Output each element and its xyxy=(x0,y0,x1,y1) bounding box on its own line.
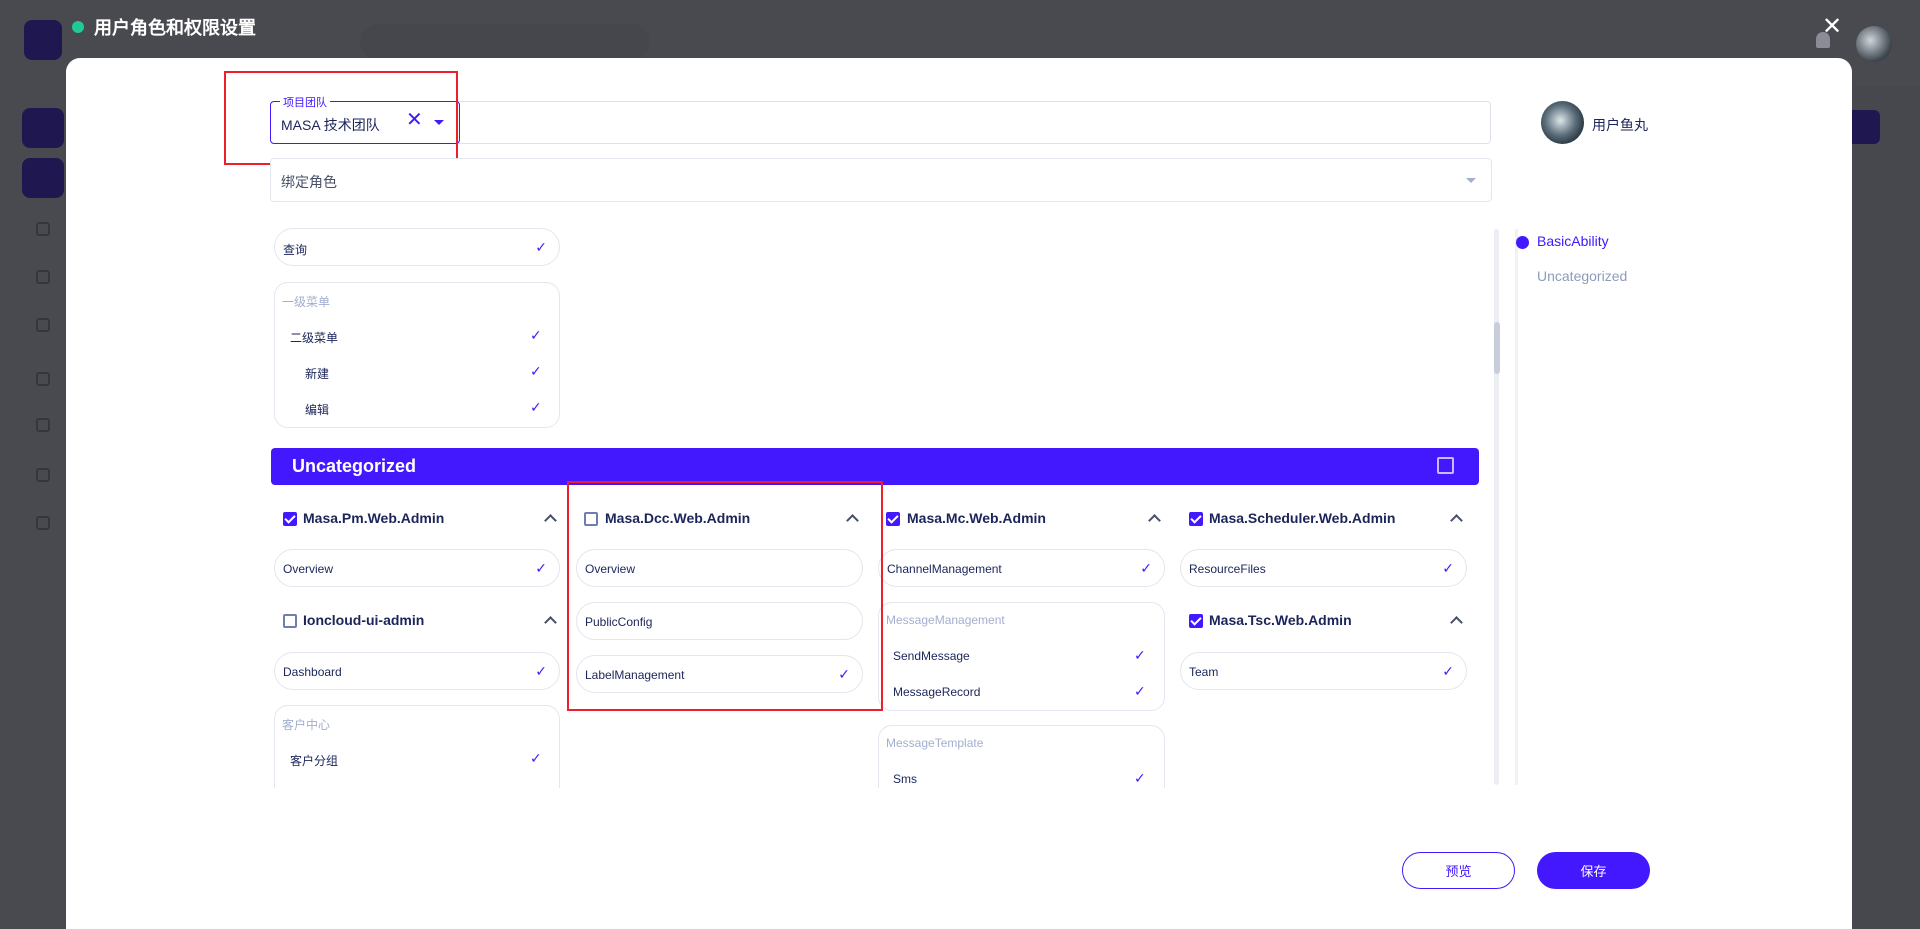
permission-label: Overview xyxy=(283,562,334,576)
check-icon: ✓ xyxy=(1140,560,1152,576)
check-icon: ✓ xyxy=(1134,770,1146,786)
group-title: 客户中心 xyxy=(282,718,331,732)
dialog-title: 用户角色和权限设置 xyxy=(94,18,256,38)
user-name: 用户鱼丸 xyxy=(1592,117,1648,133)
check-icon: ✓ xyxy=(530,750,542,766)
team-select-label: 项目团队 xyxy=(280,94,330,110)
chevron-up-icon[interactable] xyxy=(544,514,557,527)
group-title: MessageTemplate xyxy=(886,736,984,750)
dialog-header: 用户角色和权限设置 xyxy=(72,14,256,40)
check-icon: ✓ xyxy=(530,399,542,415)
permission-group: 一级菜单 二级菜单 ✓ 新建 ✓ 编辑 ✓ xyxy=(274,282,560,428)
close-icon[interactable]: ✕ xyxy=(1822,14,1842,40)
permission-item[interactable]: 新建 xyxy=(305,365,329,382)
anchor-basicability[interactable]: BasicAbility xyxy=(1537,233,1609,249)
permission-chip[interactable]: Dashboard ✓ xyxy=(274,652,560,690)
chevron-up-icon[interactable] xyxy=(1450,616,1463,629)
save-button[interactable]: 保存 xyxy=(1537,852,1650,889)
permission-chip[interactable]: ResourceFiles ✓ xyxy=(1180,549,1467,587)
check-icon: ✓ xyxy=(1134,683,1146,699)
anchor-rail xyxy=(1515,229,1518,785)
clear-icon[interactable]: ✕ xyxy=(406,110,423,130)
check-icon: ✓ xyxy=(838,666,850,682)
permission-chip[interactable]: LabelManagement ✓ xyxy=(576,655,863,693)
uncategorized-checkbox[interactable] xyxy=(1437,457,1454,474)
preview-button[interactable]: 预览 xyxy=(1402,852,1515,889)
permission-scroll-area[interactable]: 查询 ✓ 一级菜单 二级菜单 ✓ 新建 ✓ 编辑 ✓ Uncategorized… xyxy=(260,220,1490,788)
app-title-ioncloud: Ioncloud-ui-admin xyxy=(303,612,425,628)
app-checkbox-tsc[interactable] xyxy=(1189,614,1203,628)
anchor-uncategorized[interactable]: Uncategorized xyxy=(1537,268,1627,284)
check-icon: ✓ xyxy=(1442,663,1454,679)
user-avatar xyxy=(1541,101,1584,144)
chevron-up-icon[interactable] xyxy=(1148,514,1161,527)
status-dot-icon xyxy=(72,21,84,33)
permission-label: ResourceFiles xyxy=(1189,562,1266,576)
app-checkbox-scheduler[interactable] xyxy=(1189,512,1203,526)
permission-item[interactable]: MessageRecord xyxy=(893,685,980,699)
app-checkbox-mc[interactable] xyxy=(886,512,900,526)
check-icon: ✓ xyxy=(1134,647,1146,663)
group-title: MessageManagement xyxy=(886,613,1005,627)
permission-label: Dashboard xyxy=(283,665,342,679)
chevron-up-icon[interactable] xyxy=(846,514,859,527)
chevron-down-icon[interactable] xyxy=(434,120,444,125)
team-select-value: MASA 技术团队 xyxy=(281,117,380,133)
chevron-up-icon[interactable] xyxy=(544,616,557,629)
permission-group: MessageManagement SendMessage ✓ MessageR… xyxy=(878,602,1165,711)
permission-label: Team xyxy=(1189,665,1219,679)
permission-label: 查询 xyxy=(283,243,308,257)
chevron-up-icon[interactable] xyxy=(1450,514,1463,527)
anchor-active-dot-icon xyxy=(1516,236,1529,249)
app-title-pm: Masa.Pm.Web.Admin xyxy=(303,510,445,526)
permission-label: LabelManagement xyxy=(585,668,685,682)
avatar xyxy=(1856,26,1892,62)
permission-label: PublicConfig xyxy=(585,615,653,629)
uncategorized-banner xyxy=(271,448,1479,485)
role-select[interactable] xyxy=(270,158,1492,202)
app-title-scheduler: Masa.Scheduler.Web.Admin xyxy=(1209,510,1396,526)
permission-label: ChannelManagement xyxy=(887,562,1002,576)
permission-chip[interactable]: PublicConfig xyxy=(576,602,863,640)
check-icon: ✓ xyxy=(1442,560,1454,576)
app-title-tsc: Masa.Tsc.Web.Admin xyxy=(1209,612,1352,628)
app-title-mc: Masa.Mc.Web.Admin xyxy=(907,510,1046,526)
group-title: 一级菜单 xyxy=(282,295,331,309)
app-checkbox-ioncloud[interactable] xyxy=(283,614,297,628)
permission-item[interactable]: SendMessage xyxy=(893,649,970,663)
permission-chip[interactable]: Overview ✓ xyxy=(274,549,560,587)
permission-group: 客户中心 客户分组 ✓ xyxy=(274,705,560,788)
permission-chip[interactable]: Team ✓ xyxy=(1180,652,1467,690)
permission-item[interactable]: 客户分组 xyxy=(290,752,338,769)
check-icon: ✓ xyxy=(535,239,547,255)
permission-label: Overview xyxy=(585,562,636,576)
app-title-dcc: Masa.Dcc.Web.Admin xyxy=(605,510,751,526)
uncategorized-title: Uncategorized xyxy=(292,456,417,476)
check-icon: ✓ xyxy=(530,363,542,379)
scrollbar-thumb[interactable] xyxy=(1494,322,1500,374)
permission-item[interactable]: 二级菜单 xyxy=(290,329,338,346)
app-checkbox-pm[interactable] xyxy=(283,512,297,526)
check-icon: ✓ xyxy=(535,663,547,679)
check-icon: ✓ xyxy=(530,327,542,343)
permission-chip[interactable]: ChannelManagement ✓ xyxy=(878,549,1165,587)
chevron-down-icon[interactable] xyxy=(1466,178,1476,183)
role-select-placeholder: 绑定角色 xyxy=(281,174,337,190)
permission-chip[interactable]: 查询 ✓ xyxy=(274,228,560,266)
permission-item[interactable]: 编辑 xyxy=(305,401,329,418)
permission-group: MessageTemplate Sms ✓ xyxy=(878,725,1165,788)
check-icon: ✓ xyxy=(535,560,547,576)
permission-chip[interactable]: Overview xyxy=(576,549,863,587)
scrollbar-track[interactable] xyxy=(1494,229,1499,785)
permission-item[interactable]: Sms xyxy=(893,772,917,786)
app-checkbox-dcc[interactable] xyxy=(584,512,598,526)
